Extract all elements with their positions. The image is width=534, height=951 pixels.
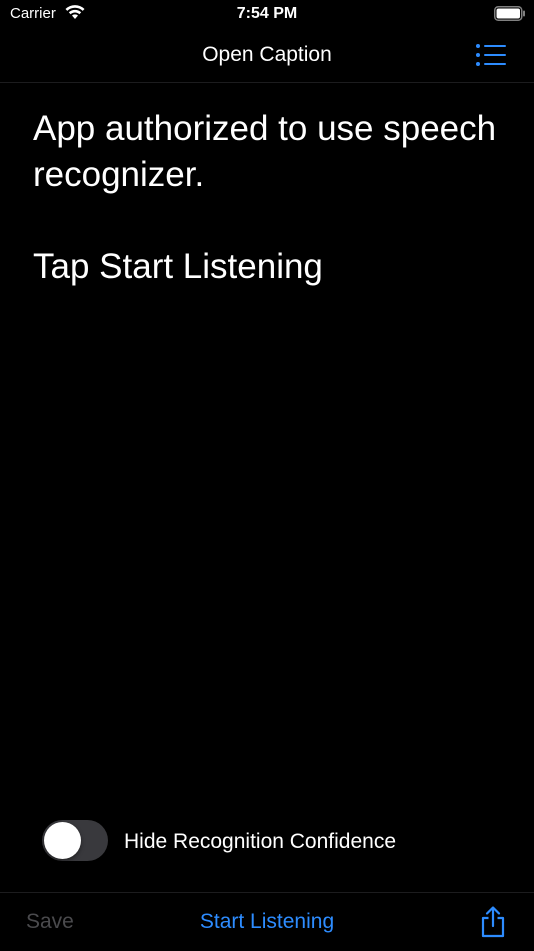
battery-icon <box>494 6 525 21</box>
toggle-knob <box>44 822 81 859</box>
clock: 7:54 PM <box>236 5 298 22</box>
list-icon[interactable] <box>474 40 510 70</box>
page-title: Open Caption <box>202 43 332 66</box>
transcript-line: App authorized to use speech recognizer. <box>33 109 497 194</box>
confidence-toggle-row: Hide Recognition Confidence <box>42 820 512 862</box>
transcript-area: App authorized to use speech recognizer.… <box>33 106 513 336</box>
hide-confidence-toggle[interactable] <box>42 820 108 861</box>
navigation-bar: Open Caption <box>0 28 534 83</box>
transcript-line: Tap Start Listening <box>33 247 323 286</box>
status-bar: Carrier 7:54 PM <box>0 0 534 28</box>
start-listening-button[interactable]: Start Listening <box>0 910 534 934</box>
toggle-label: Hide Recognition Confidence <box>124 830 397 853</box>
bottom-toolbar: Save Start Listening <box>0 892 534 951</box>
share-icon[interactable] <box>478 905 508 939</box>
